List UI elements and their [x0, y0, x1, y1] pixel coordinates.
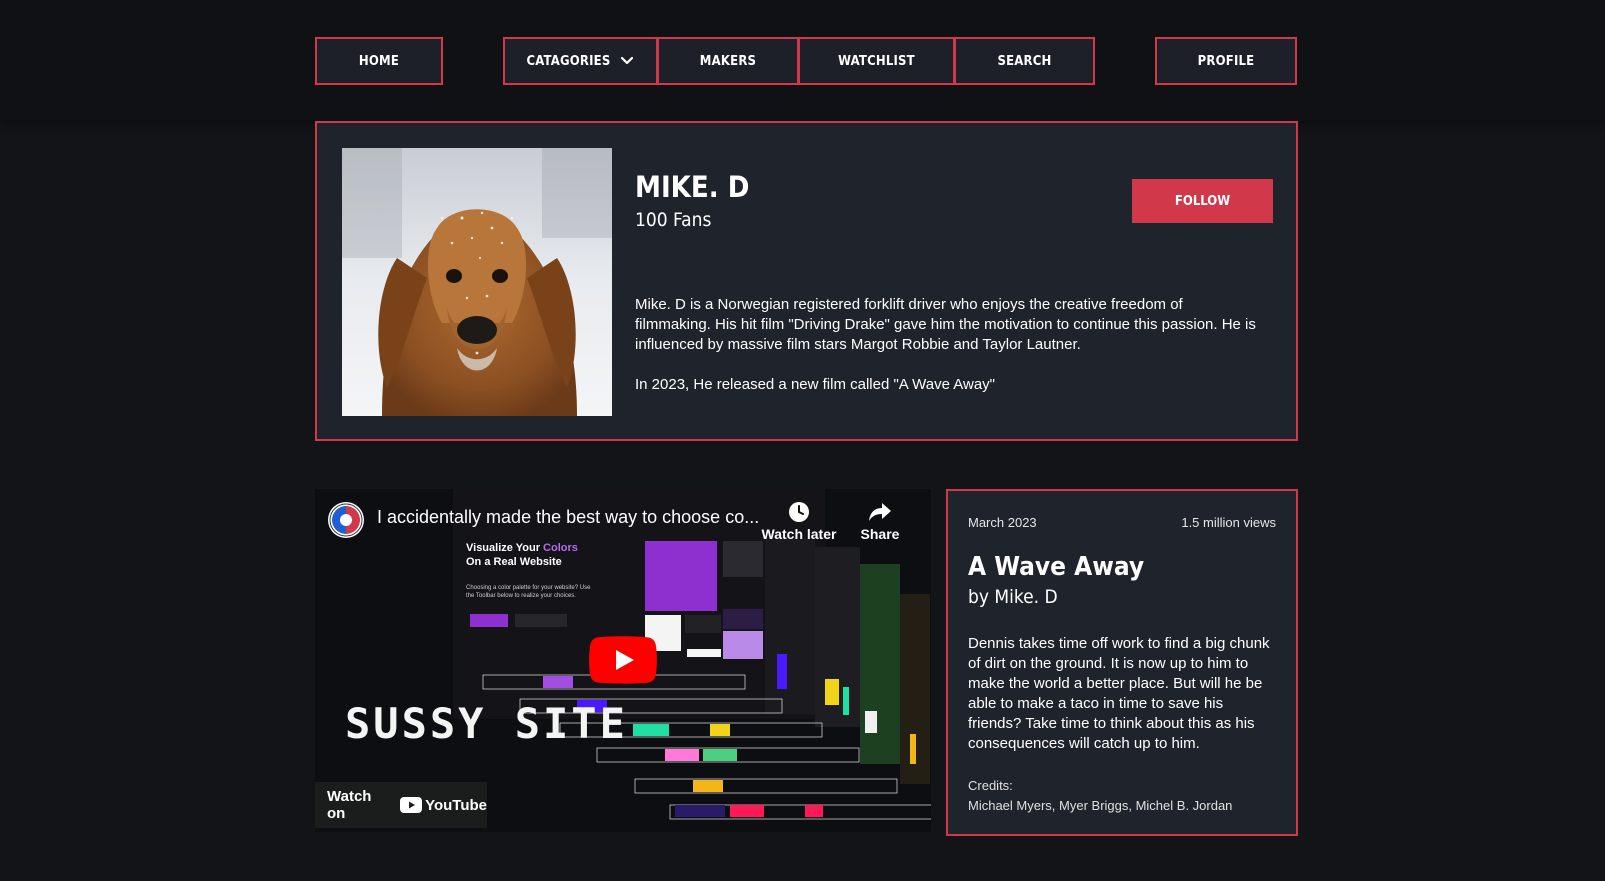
- share-label: Share: [860, 526, 900, 542]
- nav-watchlist-button[interactable]: WATCHLIST: [798, 37, 955, 85]
- maker-bio-paragraph: Mike. D is a Norwegian registered forkli…: [635, 296, 1256, 353]
- watch-later-label: Watch later: [761, 526, 837, 542]
- channel-avatar[interactable]: [328, 502, 364, 538]
- channel-logo-icon: [329, 503, 363, 537]
- youtube-logo: YouTube: [400, 797, 487, 814]
- top-navigation-bar: HOME CATAGORIES MAKERS WATCHLIST SEARCH …: [0, 0, 1605, 120]
- video-title[interactable]: I accidentally made the best way to choo…: [377, 507, 767, 528]
- nav-makers-label: MAKERS: [699, 53, 757, 69]
- share-button[interactable]: Share: [855, 501, 905, 542]
- film-info-card: March 2023 1.5 million views A Wave Away…: [946, 489, 1298, 836]
- thumbnail-heading-text: Visualize Your: [466, 542, 544, 554]
- thumbnail-heading-accent: Colors: [543, 542, 578, 554]
- watch-on-youtube-link[interactable]: Watch on YouTube: [315, 782, 487, 828]
- film-title: A Wave Away: [968, 552, 1145, 582]
- film-author: by Mike. D: [968, 586, 1058, 608]
- watch-later-button[interactable]: Watch later: [759, 501, 839, 542]
- follow-button[interactable]: FOLLOW: [1132, 179, 1273, 223]
- share-arrow-icon: [869, 503, 891, 521]
- maker-avatar: [342, 148, 612, 416]
- film-description: Dennis takes time off work to find a big…: [968, 635, 1270, 752]
- maker-bio: Mike. D is a Norwegian registered forkli…: [635, 295, 1260, 395]
- nav-home-label: HOME: [358, 53, 400, 69]
- thumbnail-heading-line2: On a Real Website: [466, 556, 562, 568]
- film-credits-names: Michael Myers, Myer Briggs, Michel B. Jo…: [968, 798, 1233, 813]
- chevron-down-icon: [621, 56, 634, 65]
- nav-home-button[interactable]: HOME: [315, 37, 443, 85]
- follow-button-label: FOLLOW: [1174, 193, 1231, 209]
- dog-portrait-image: [342, 148, 612, 416]
- watch-on-label: Watch on: [327, 788, 372, 822]
- nav-search-label: SEARCH: [997, 53, 1052, 69]
- nav-categories-button[interactable]: CATAGORIES: [503, 37, 658, 85]
- thumbnail-brand-text: SUSSY SITE: [345, 699, 628, 748]
- maker-fan-count: 100 Fans: [635, 209, 712, 231]
- maker-profile-card: MIKE. D 100 Fans FOLLOW Mike. D is a Nor…: [315, 121, 1298, 441]
- maker-name: MIKE. D: [635, 170, 750, 204]
- film-release-date: March 2023: [968, 515, 1037, 530]
- nav-profile-label: PROFILE: [1197, 53, 1255, 69]
- youtube-play-icon: [400, 797, 423, 813]
- clock-icon: [789, 502, 809, 522]
- thumbnail-heading: Visualize Your Colors On a Real Website: [466, 541, 578, 569]
- maker-bio-paragraph: In 2023, He released a new film called "…: [635, 376, 996, 393]
- thumbnail-subtext: Choosing a color palette for your websit…: [466, 585, 591, 599]
- film-view-count: 1.5 million views: [1181, 515, 1276, 530]
- nav-watchlist-label: WATCHLIST: [838, 53, 915, 69]
- nav-profile-button[interactable]: PROFILE: [1155, 37, 1297, 85]
- youtube-logo-text: YouTube: [425, 796, 487, 814]
- nav-makers-button[interactable]: MAKERS: [657, 37, 799, 85]
- embedded-youtube-video[interactable]: SUSSY SITE Visualize Your Colors On a Re…: [315, 489, 931, 832]
- film-credits-label: Credits:: [968, 778, 1013, 793]
- nav-categories-label: CATAGORIES: [526, 53, 611, 69]
- nav-search-button[interactable]: SEARCH: [954, 37, 1095, 85]
- play-button-icon[interactable]: [589, 636, 657, 684]
